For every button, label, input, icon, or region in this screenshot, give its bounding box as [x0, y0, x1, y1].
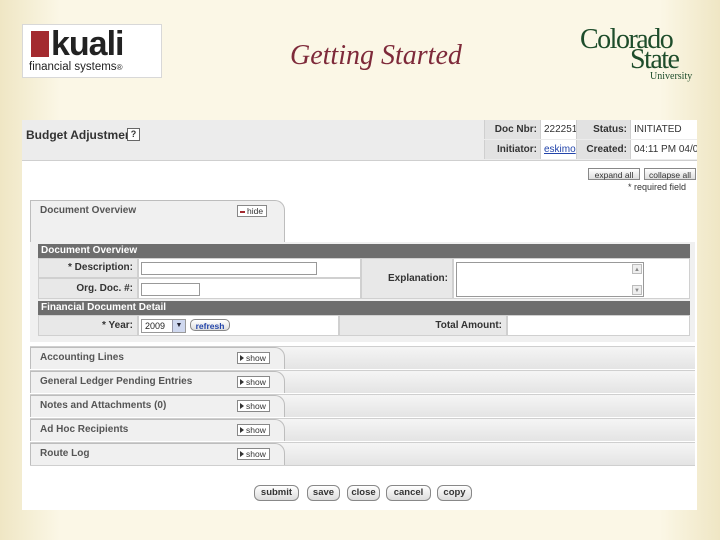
required-field-note: * required field — [628, 182, 687, 192]
kuali-logo-word: kuali — [51, 25, 124, 63]
doc-nbr-label: Doc Nbr: — [484, 120, 540, 139]
financial-document-detail-header: Financial Document Detail — [38, 301, 690, 315]
total-amount-value — [507, 315, 690, 336]
tab-general-ledger-pending-entries[interactable]: General Ledger Pending Entries show — [30, 370, 695, 393]
chevron-down-icon: ▼ — [172, 320, 185, 332]
org-doc-input[interactable] — [141, 283, 200, 296]
show-route-log-button[interactable]: show — [237, 448, 270, 460]
budget-adjustment-document: Budget Adjustment ? Doc Nbr: 222251 Stat… — [22, 120, 697, 510]
scroll-up-icon[interactable]: ▲ — [632, 264, 642, 274]
description-cell — [138, 258, 361, 278]
org-doc-label: Org. Doc. #: — [38, 278, 138, 299]
initiator-label: Initiator: — [484, 140, 540, 159]
csu-logo: Colorado State University — [580, 26, 700, 86]
description-label: * Description: — [38, 258, 138, 278]
description-input[interactable] — [141, 262, 317, 275]
tab-glpe-label: General Ledger Pending Entries — [40, 376, 193, 387]
document-title: Budget Adjustment — [26, 128, 137, 142]
submit-button[interactable]: submit — [254, 485, 299, 501]
show-accounting-lines-button[interactable]: show — [237, 352, 270, 364]
triangle-right-icon — [240, 427, 244, 433]
year-label: * Year: — [38, 315, 138, 336]
status-label: Status: — [576, 120, 630, 139]
kuali-logo: kuali financial systems® — [22, 24, 162, 78]
document-overview-section-header: Document Overview — [38, 244, 690, 258]
created-value: 04:11 PM 04/06/ — [630, 140, 697, 159]
org-doc-cell — [138, 278, 361, 299]
document-header: Budget Adjustment ? Doc Nbr: 222251 Stat… — [22, 120, 697, 161]
tab-route-log[interactable]: Route Log show — [30, 442, 695, 466]
kuali-logo-subtitle: financial systems® — [29, 61, 123, 73]
csu-logo-line3: University — [650, 71, 693, 82]
triangle-right-icon — [240, 379, 244, 385]
tab-notes-label: Notes and Attachments (0) — [40, 400, 167, 411]
status-value: INITIATED — [630, 120, 697, 139]
collapse-all-button[interactable]: collapse all — [644, 168, 696, 180]
tab-ad-hoc-recipients[interactable]: Ad Hoc Recipients show — [30, 418, 695, 441]
slide-title: Getting Started — [290, 40, 462, 71]
cancel-button[interactable]: cancel — [386, 485, 431, 501]
doc-nbr-value: 222251 — [540, 120, 576, 139]
tab-ad-hoc-label: Ad Hoc Recipients — [40, 424, 129, 435]
csu-logo-line2: State — [630, 44, 680, 75]
total-amount-label: Total Amount: — [339, 315, 507, 336]
initiator-value: eskimo — [540, 140, 576, 159]
show-glpe-button[interactable]: show — [237, 376, 270, 388]
minus-icon — [240, 210, 245, 213]
kuali-mark-icon — [31, 31, 49, 57]
scroll-down-icon[interactable]: ▼ — [632, 285, 642, 295]
triangle-right-icon — [240, 451, 244, 457]
help-icon[interactable]: ? — [127, 128, 140, 141]
close-button[interactable]: close — [347, 485, 380, 501]
tab-route-log-label: Route Log — [40, 448, 90, 459]
triangle-right-icon — [240, 403, 244, 409]
tab-accounting-lines[interactable]: Accounting Lines show — [30, 346, 695, 369]
explanation-cell: ▲ ▼ — [453, 258, 690, 299]
explanation-label: Explanation: — [361, 258, 453, 299]
save-button[interactable]: save — [307, 485, 340, 501]
show-ad-hoc-button[interactable]: show — [237, 424, 270, 436]
year-select[interactable]: 2009 ▼ — [141, 319, 186, 333]
tab-document-overview-label: Document Overview — [40, 205, 137, 216]
expand-all-button[interactable]: expand all — [588, 168, 640, 180]
year-cell: 2009 ▼ refresh — [138, 315, 339, 336]
explanation-textarea[interactable]: ▲ ▼ — [456, 262, 644, 297]
refresh-button[interactable]: refresh — [190, 319, 230, 331]
initiator-link[interactable]: eskimo — [544, 144, 576, 155]
created-label: Created: — [576, 140, 630, 159]
hide-overview-button[interactable]: hide — [237, 205, 268, 217]
copy-button[interactable]: copy — [437, 485, 472, 501]
tab-accounting-lines-label: Accounting Lines — [40, 352, 124, 363]
triangle-right-icon — [240, 355, 244, 361]
show-notes-button[interactable]: show — [237, 400, 270, 412]
tab-notes-and-attachments[interactable]: Notes and Attachments (0) show — [30, 394, 695, 417]
